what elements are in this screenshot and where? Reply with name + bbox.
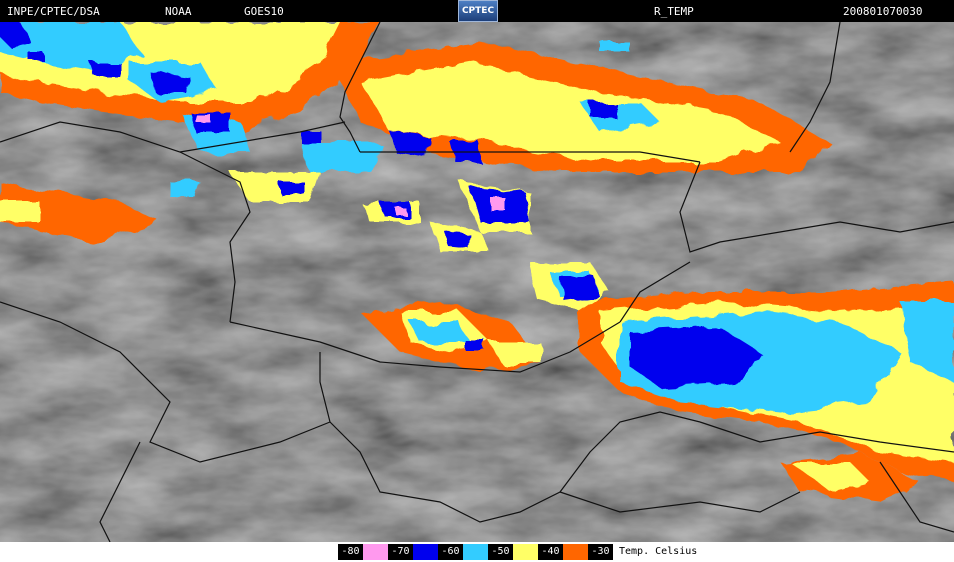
agency-label: INPE/CPTEC/DSA: [7, 5, 100, 18]
legend-swatch: [463, 544, 488, 560]
satellite-image-frame: INPE/CPTEC/DSA NOAA GOES10 CPTEC R_TEMP …: [0, 0, 954, 562]
legend-label: -50: [488, 544, 513, 560]
legend-label: -60: [438, 544, 463, 560]
legend-swatch: [413, 544, 438, 560]
legend-label: -30: [588, 544, 613, 560]
product-label: R_TEMP: [654, 5, 694, 18]
legend-unit: Temp. Celsius: [619, 546, 698, 557]
legend-label: -40: [538, 544, 563, 560]
satellite-map: [0, 22, 954, 542]
timestamp-label: 200801070030: [843, 5, 923, 18]
legend-swatch: [363, 544, 388, 560]
cptec-logo: CPTEC: [458, 0, 498, 22]
legend-label: -70: [388, 544, 413, 560]
legend-label: -80: [338, 544, 363, 560]
header-bar: INPE/CPTEC/DSA NOAA GOES10 CPTEC R_TEMP …: [0, 0, 954, 22]
infrared-imagery: [0, 22, 954, 542]
partner-label: NOAA: [165, 5, 192, 18]
legend-bar: -80 -70 -60 -50 -40 -30 Temp. Celsius: [0, 542, 954, 562]
temperature-legend: -80 -70 -60 -50 -40 -30 Temp. Celsius: [338, 544, 697, 560]
legend-swatch: [563, 544, 588, 560]
legend-swatch: [513, 544, 538, 560]
satellite-label: GOES10: [244, 5, 284, 18]
